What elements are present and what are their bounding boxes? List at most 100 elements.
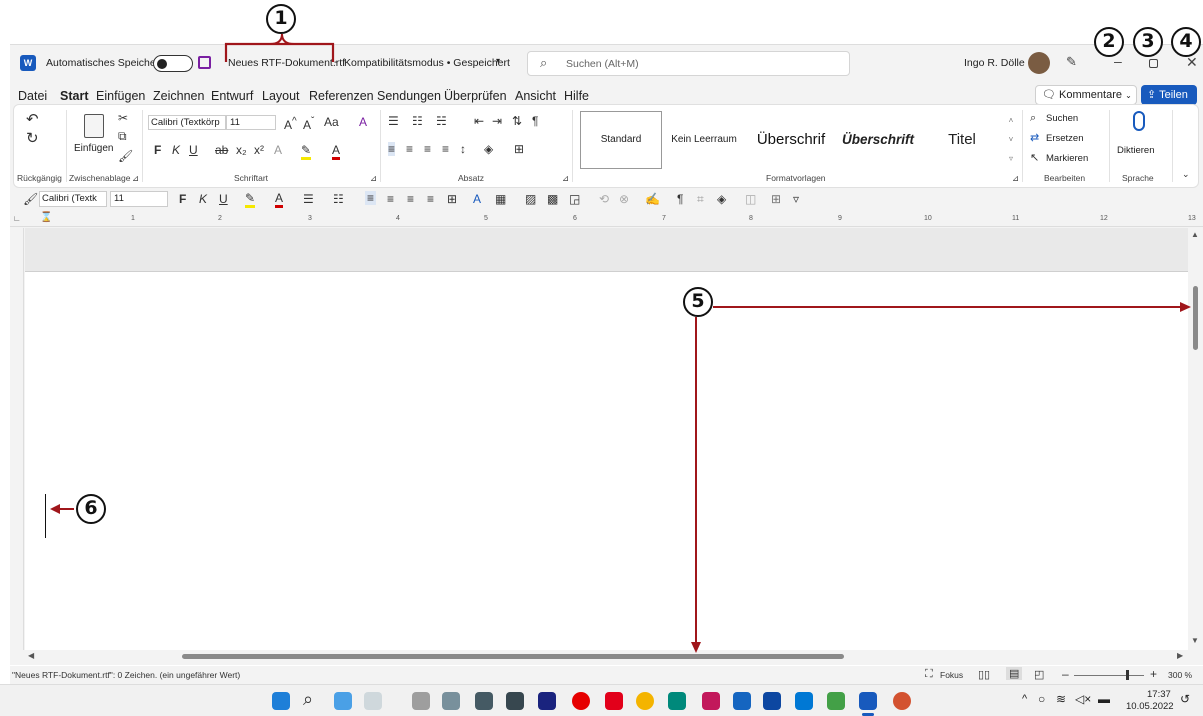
numbering-icon[interactable]: ☷: [333, 192, 344, 206]
align-left-icon[interactable]: ≡: [365, 191, 377, 205]
zoom-level[interactable]: 300 %: [1168, 670, 1192, 680]
clear-format-icon[interactable]: A: [359, 115, 367, 129]
select-label[interactable]: Markieren: [1046, 153, 1088, 164]
superscript-icon[interactable]: x²: [254, 143, 264, 157]
tray-chevron-icon[interactable]: ^: [1022, 693, 1027, 705]
tab-datei[interactable]: Datei: [18, 89, 47, 103]
pen-icon[interactable]: ✎: [1066, 54, 1077, 70]
table-icon[interactable]: ▦: [495, 192, 506, 206]
customize-qat-icon[interactable]: ▿: [793, 192, 799, 206]
replace-label[interactable]: Ersetzen: [1046, 133, 1084, 144]
scroll-up-icon[interactable]: ▲: [1191, 230, 1199, 239]
highlight-icon[interactable]: ✎: [245, 191, 256, 208]
align-left-icon[interactable]: ≡: [388, 142, 396, 156]
replace-icon[interactable]: ⇄: [1030, 131, 1039, 145]
volume-icon[interactable]: ◁×: [1075, 692, 1091, 706]
decrease-indent-icon[interactable]: ⇤: [474, 114, 484, 128]
object-icon[interactable]: ⊗: [619, 192, 629, 206]
tab-layout[interactable]: Layout: [262, 89, 300, 103]
zoom-out-icon[interactable]: –: [1062, 667, 1069, 681]
bullets-icon[interactable]: ☰: [388, 114, 399, 128]
styles-launcher-icon[interactable]: ⊿: [1012, 173, 1019, 184]
battery-icon[interactable]: ▬: [1098, 692, 1110, 706]
styles-icon[interactable]: A: [473, 192, 481, 206]
scroll-left-icon[interactable]: ◀: [28, 651, 34, 660]
paragraph-launcher-icon[interactable]: ⊿: [562, 173, 569, 184]
focus-label[interactable]: Fokus: [940, 670, 963, 680]
clock-date[interactable]: 10.05.2022: [1126, 701, 1174, 712]
user-name[interactable]: Ingo R. Dölle: [964, 57, 1025, 69]
vodafone-icon[interactable]: [572, 692, 590, 710]
chrome-icon[interactable]: [636, 692, 654, 710]
shading-icon[interactable]: ◈: [717, 192, 726, 206]
tab-stop-icon[interactable]: ∟: [13, 214, 21, 223]
horizontal-scrollbar[interactable]: ◀ ▶: [25, 650, 1188, 663]
sign-icon[interactable]: ✍: [645, 192, 660, 206]
tab-ueberpruefen[interactable]: Überprüfen: [444, 89, 507, 103]
shapes-icon[interactable]: ◲: [569, 192, 580, 206]
tab-einfuegen[interactable]: Einfügen: [96, 89, 145, 103]
dictate-label[interactable]: Diktieren: [1117, 145, 1155, 156]
qat-size-select[interactable]: 11: [110, 191, 168, 207]
app-icon[interactable]: [506, 692, 524, 710]
clock-time[interactable]: 17:37: [1147, 689, 1171, 700]
style-title[interactable]: Titel: [922, 111, 1002, 169]
font-size-select[interactable]: 11: [226, 115, 276, 130]
app-icon[interactable]: [412, 692, 430, 710]
app-icon[interactable]: [442, 692, 460, 710]
scroll-right-icon[interactable]: ▶: [1177, 651, 1183, 660]
qat-font-select[interactable]: Calibri (Textk: [39, 191, 107, 207]
app-icon[interactable]: [364, 692, 382, 710]
text-effects-icon[interactable]: A: [274, 143, 282, 157]
highlight-icon[interactable]: ✎: [301, 143, 312, 160]
zoom-in-icon[interactable]: +: [1150, 667, 1157, 681]
bold-icon[interactable]: F: [154, 143, 161, 157]
format-painter-icon[interactable]: 🖌: [23, 192, 38, 206]
underline-icon[interactable]: U: [189, 143, 198, 157]
picture-icon[interactable]: ▨: [525, 192, 536, 206]
select-icon[interactable]: ↖: [1030, 151, 1039, 165]
outlook-icon[interactable]: [795, 692, 813, 710]
vertical-scroll-thumb[interactable]: [1193, 286, 1198, 350]
align-right-icon[interactable]: ≡: [424, 142, 431, 156]
tab-referenzen[interactable]: Referenzen: [309, 89, 374, 103]
font-color-icon[interactable]: A: [332, 143, 341, 160]
taskbar-search-icon[interactable]: ⌕: [303, 689, 313, 710]
align-center-icon[interactable]: ≡: [406, 142, 413, 156]
comments-button[interactable]: 🗨 Kommentare ⌄: [1035, 85, 1137, 105]
tab-hilfe[interactable]: Hilfe: [564, 89, 589, 103]
borders-icon[interactable]: ⊞: [514, 142, 524, 156]
multilevel-list-icon[interactable]: ☵: [436, 114, 447, 128]
clipboard-launcher-icon[interactable]: ⊿: [132, 173, 139, 184]
undo-icon[interactable]: ↶: [26, 112, 39, 127]
app-icon[interactable]: [827, 692, 845, 710]
link-icon[interactable]: ⟲: [599, 192, 609, 206]
shading-icon[interactable]: ◈: [484, 142, 493, 156]
read-mode-icon[interactable]: ▯▯: [978, 668, 990, 681]
align-right-icon[interactable]: ≡: [407, 192, 414, 206]
tray-icon[interactable]: ○: [1038, 692, 1045, 706]
indent-marker-icon[interactable]: ⌛: [40, 212, 52, 223]
underline-icon[interactable]: U: [219, 192, 228, 206]
zoom-slider-thumb[interactable]: [1126, 670, 1129, 680]
collapse-ribbon-icon[interactable]: ⌄: [1182, 167, 1190, 181]
calculator-icon[interactable]: [475, 692, 493, 710]
bullets-icon[interactable]: ☰: [303, 192, 314, 206]
line-spacing-icon[interactable]: ↕: [460, 142, 466, 156]
format-painter-icon[interactable]: 🖌: [118, 149, 133, 163]
font-name-select[interactable]: Calibri (Textkörp: [148, 115, 226, 130]
style-heading-2[interactable]: Überschrift: [836, 111, 920, 169]
tab-zeichnen[interactable]: Zeichnen: [153, 89, 204, 103]
shrink-font-icon[interactable]: Aˇ: [303, 115, 314, 132]
gridlines-icon[interactable]: ⊞: [771, 192, 781, 206]
redo-icon[interactable]: ↻: [26, 131, 39, 146]
web-layout-icon[interactable]: ◰: [1034, 668, 1044, 681]
notification-icon[interactable]: ↺: [1180, 692, 1190, 706]
cut-icon[interactable]: ✂: [118, 111, 128, 125]
save-icon[interactable]: [198, 56, 211, 69]
increase-indent-icon[interactable]: ⇥: [492, 114, 502, 128]
italic-icon[interactable]: K: [199, 192, 207, 206]
style-standard[interactable]: Standard: [580, 111, 662, 169]
justify-icon[interactable]: ≡: [427, 192, 434, 206]
subscript-icon[interactable]: x₂: [236, 143, 247, 157]
